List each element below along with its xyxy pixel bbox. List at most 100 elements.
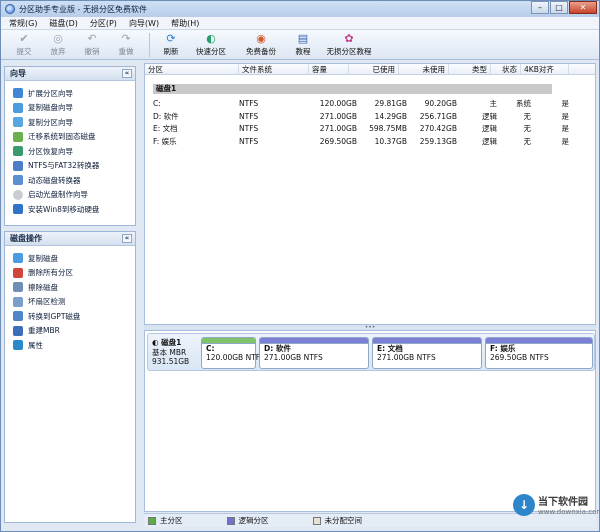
disk1-name: ◐ 磁盘1 bbox=[152, 338, 182, 347]
disk1-info: ◐ 磁盘1 基本 MBR 931.51GB bbox=[152, 338, 200, 367]
disk-operations-title: 磁盘操作 bbox=[10, 234, 42, 243]
redo-button[interactable]: ↷ 重做 bbox=[109, 30, 143, 60]
copy-partition-icon bbox=[13, 117, 23, 128]
free-backup-button[interactable]: ◉ 免费备份 bbox=[236, 30, 286, 60]
lossless-tutorial-button[interactable]: ✿ 无损分区教程 bbox=[320, 30, 378, 60]
disk1-card[interactable]: ◐ 磁盘1 基本 MBR 931.51GB C: 120.00GB NTFS D… bbox=[147, 333, 595, 371]
boot-disc-icon bbox=[13, 189, 23, 200]
diskop-bad-sector-check[interactable]: 坏扇区检测 bbox=[5, 295, 135, 310]
menu-wizard[interactable]: 向导(W) bbox=[129, 18, 159, 29]
col-free[interactable]: 未使用 bbox=[399, 64, 449, 74]
wipe-disk-icon bbox=[13, 282, 23, 293]
legend-primary: 主分区 bbox=[148, 515, 183, 526]
partition-block-c[interactable]: C: 120.00GB NTFS bbox=[201, 337, 265, 369]
table-row[interactable]: D: 软件 NTFS 271.00GB 14.29GB 256.71GB 逻辑 … bbox=[153, 111, 595, 124]
copy-disk-icon bbox=[13, 102, 23, 113]
wizard-panel-header: 向导 « bbox=[5, 67, 135, 81]
diskop-properties[interactable]: 属性 bbox=[5, 338, 135, 353]
disk1-kind: 基本 MBR bbox=[152, 347, 187, 357]
col-partition[interactable]: 分区 bbox=[145, 64, 239, 74]
minimize-button[interactable]: – bbox=[531, 1, 549, 14]
disk1-row[interactable]: 磁盘1 bbox=[153, 84, 552, 94]
lossless-tutorial-icon: ✿ bbox=[344, 32, 354, 45]
ntfs-fat32-icon bbox=[13, 160, 23, 171]
maximize-button[interactable]: □ bbox=[550, 1, 568, 14]
convert-gpt-icon bbox=[13, 311, 23, 322]
undo-button[interactable]: ↶ 撤销 bbox=[75, 30, 109, 60]
disk-operations-panel: 磁盘操作 « 复制磁盘 删除所有分区 擦除磁盘 坏扇区检测 转换到GPT磁盘 重… bbox=[4, 231, 136, 523]
disk-map-pane: ◐ 磁盘1 基本 MBR 931.51GB C: 120.00GB NTFS D… bbox=[144, 330, 596, 512]
diskop-wipe-disk[interactable]: 擦除磁盘 bbox=[5, 280, 135, 295]
close-button[interactable]: ✕ bbox=[569, 1, 597, 14]
col-used[interactable]: 已使用 bbox=[349, 64, 399, 74]
toolbar-separator bbox=[149, 33, 150, 57]
toolbar: ✔ 提交 ◎ 放弃 ↶ 撤销 ↷ 重做 ⟳ 刷新 ◐ 快速分区 ◉ 免费备份 ▤ bbox=[1, 30, 599, 60]
delete-icon bbox=[13, 267, 23, 278]
primary-swatch bbox=[148, 516, 156, 525]
wizard-panel: 向导 « 扩展分区向导 复制磁盘向导 复制分区向导 迁移系统到固态磁盘 分区恢复… bbox=[4, 66, 136, 226]
discard-icon: ◎ bbox=[53, 32, 63, 45]
title-bar: 分区助手专业版 - 无损分区免费软件 – □ ✕ bbox=[1, 1, 599, 17]
wizard-item-dynamic-disk[interactable]: 动态磁盘转换器 bbox=[5, 173, 135, 188]
wizard-item-copy-disk[interactable]: 复制磁盘向导 bbox=[5, 101, 135, 116]
wizard-item-ntfs-fat32[interactable]: NTFS与FAT32转换器 bbox=[5, 159, 135, 174]
menu-partition[interactable]: 分区(P) bbox=[90, 18, 117, 29]
backup-icon: ◉ bbox=[256, 32, 266, 45]
wizard-item-copy-partition[interactable]: 复制分区向导 bbox=[5, 115, 135, 130]
table-row[interactable]: C: NTFS 120.00GB 29.81GB 90.20GB 主 系统 是 bbox=[153, 98, 595, 111]
tutorial-icon: ▤ bbox=[297, 32, 309, 45]
wizard-item-extend-partition[interactable]: 扩展分区向导 bbox=[5, 86, 135, 101]
refresh-button[interactable]: ⟳ 刷新 bbox=[156, 30, 186, 60]
diskop-copy-disk[interactable]: 复制磁盘 bbox=[5, 251, 135, 266]
partition-block-e[interactable]: E: 文档 271.00GB NTFS bbox=[372, 337, 482, 369]
properties-icon bbox=[13, 340, 23, 351]
refresh-icon: ⟳ bbox=[166, 32, 176, 45]
menu-disk[interactable]: 磁盘(D) bbox=[49, 18, 77, 29]
logical-swatch bbox=[226, 516, 235, 525]
disk-operations-panel-header: 磁盘操作 « bbox=[5, 232, 135, 246]
extend-partition-icon bbox=[13, 88, 23, 99]
table-header: 分区 文件系统 容量 已使用 未使用 类型 状态 4KB对齐 bbox=[145, 64, 595, 75]
watermark-logo-icon: ↓ bbox=[513, 493, 535, 516]
watermark-url: www.downxia.com bbox=[538, 508, 600, 516]
diskop-delete-all-partitions[interactable]: 删除所有分区 bbox=[5, 266, 135, 281]
migrate-os-icon bbox=[13, 131, 23, 142]
legend-unallocated: 未分配空间 bbox=[312, 515, 362, 526]
diskop-convert-gpt[interactable]: 转换到GPT磁盘 bbox=[5, 309, 135, 324]
commit-button[interactable]: ✔ 提交 bbox=[7, 30, 41, 60]
partition-block-d[interactable]: D: 软件 271.00GB NTFS bbox=[259, 337, 369, 369]
col-filesystem[interactable]: 文件系统 bbox=[239, 64, 309, 74]
menu-bar: 常规(G) 磁盘(D) 分区(P) 向导(W) 帮助(H) bbox=[1, 17, 599, 30]
win8-usb-icon bbox=[13, 204, 23, 215]
table-row[interactable]: E: 文档 NTFS 271.00GB 598.75MB 270.42GB 逻辑… bbox=[153, 123, 595, 136]
menu-general[interactable]: 常规(G) bbox=[9, 18, 37, 29]
wizard-item-migrate-os[interactable]: 迁移系统到固态磁盘 bbox=[5, 130, 135, 145]
dynamic-disk-icon bbox=[13, 175, 23, 186]
quick-partition-button[interactable]: ◐ 快速分区 bbox=[186, 30, 236, 60]
col-type[interactable]: 类型 bbox=[449, 64, 491, 74]
redo-icon: ↷ bbox=[121, 32, 131, 45]
main-window: 分区助手专业版 - 无损分区免费软件 – □ ✕ 常规(G) 磁盘(D) 分区(… bbox=[0, 0, 600, 532]
disk1-size: 931.51GB bbox=[152, 357, 190, 366]
window-title: 分区助手专业版 - 无损分区免费软件 bbox=[19, 4, 147, 14]
wizard-item-boot-disc[interactable]: 启动光盘制作向导 bbox=[5, 188, 135, 203]
app-logo-icon bbox=[5, 4, 15, 14]
wizard-item-partition-recovery[interactable]: 分区恢复向导 bbox=[5, 144, 135, 159]
discard-button[interactable]: ◎ 放弃 bbox=[41, 30, 75, 60]
disk-operations-collapse-button[interactable]: « bbox=[122, 234, 132, 243]
partition-block-f[interactable]: F: 娱乐 269.50GB NTFS bbox=[485, 337, 593, 369]
legend-logical: 逻辑分区 bbox=[226, 515, 269, 526]
window-controls: – □ ✕ bbox=[530, 1, 597, 14]
watermark-name: 当下软件园 bbox=[538, 497, 588, 508]
undo-icon: ↶ bbox=[87, 32, 97, 45]
wizard-collapse-button[interactable]: « bbox=[122, 69, 132, 78]
quick-partition-icon: ◐ bbox=[206, 32, 216, 45]
col-capacity[interactable]: 容量 bbox=[309, 64, 349, 74]
col-status[interactable]: 状态 bbox=[491, 64, 521, 74]
table-row[interactable]: F: 娱乐 NTFS 269.50GB 10.37GB 259.13GB 逻辑 … bbox=[153, 136, 595, 149]
menu-help[interactable]: 帮助(H) bbox=[171, 18, 199, 29]
wizard-item-win8-usb[interactable]: 安装Win8到移动硬盘 bbox=[5, 202, 135, 217]
col-4k-align[interactable]: 4KB对齐 bbox=[521, 64, 569, 74]
tutorial-button[interactable]: ▤ 教程 bbox=[286, 30, 320, 60]
diskop-rebuild-mbr[interactable]: 重建MBR bbox=[5, 324, 135, 339]
